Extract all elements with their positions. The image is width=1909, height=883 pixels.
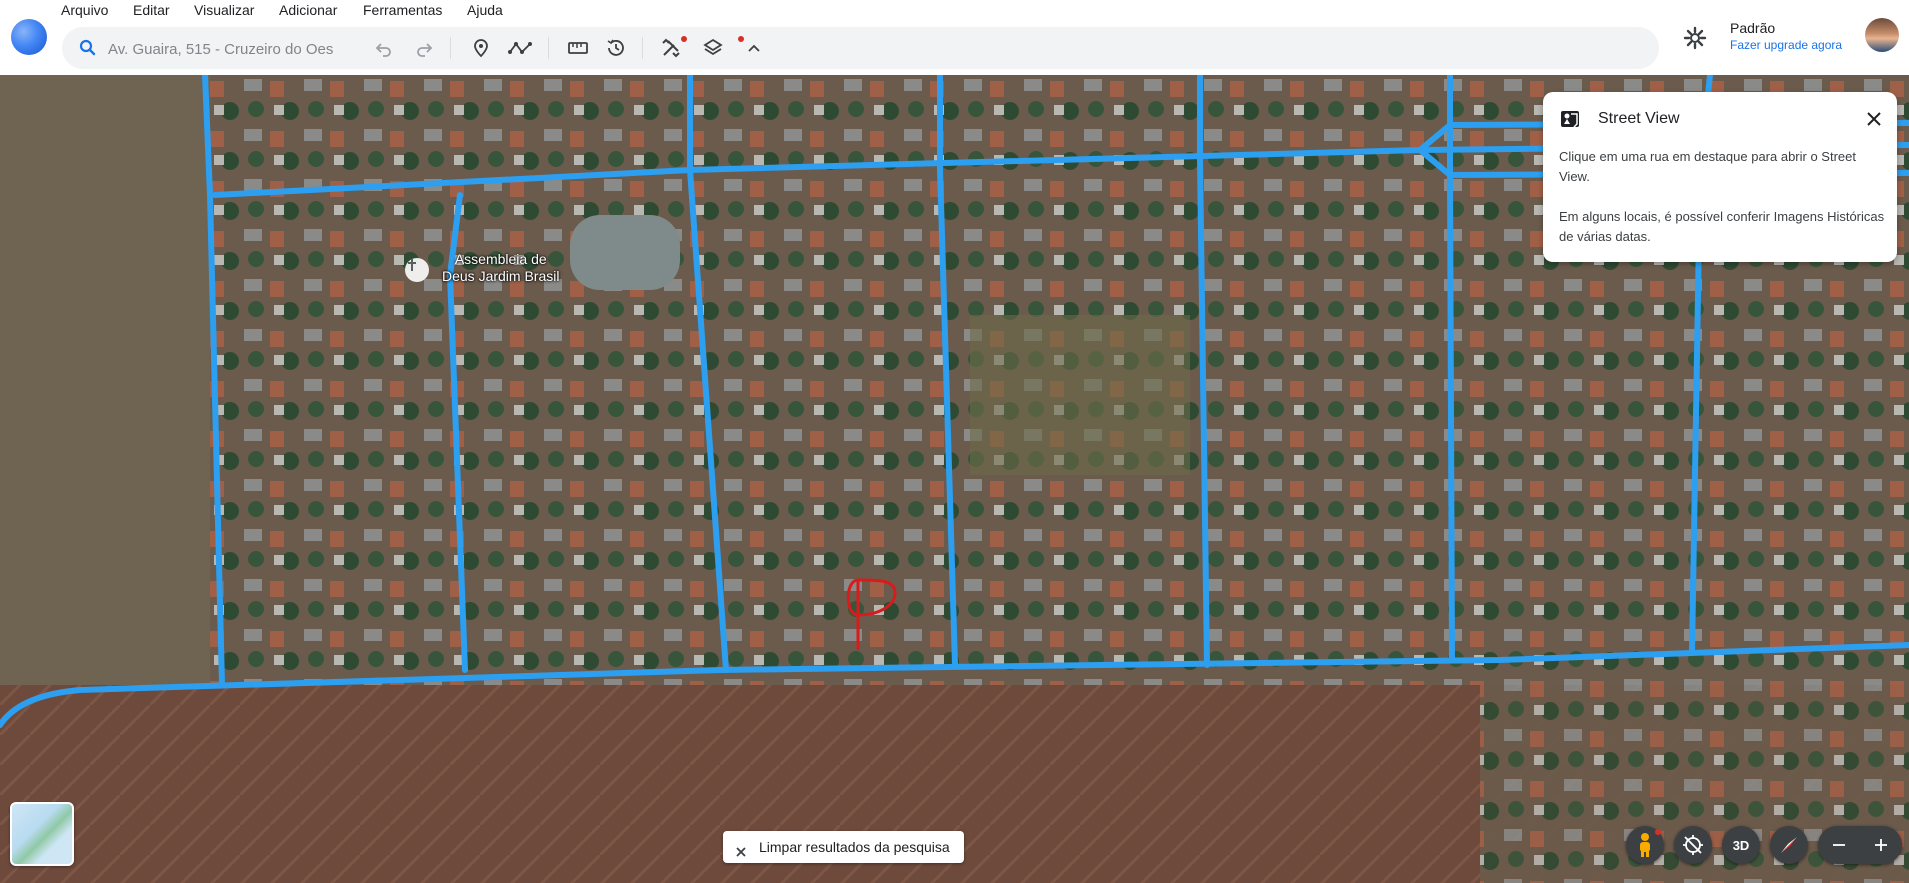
menu-adicionar[interactable]: Adicionar — [279, 2, 337, 18]
close-icon — [733, 839, 749, 857]
compass-button[interactable] — [1770, 826, 1808, 864]
3d-toggle-button[interactable]: 3D — [1722, 826, 1760, 864]
street-view-title: Street View — [1598, 110, 1680, 127]
minus-icon — [1833, 844, 1845, 846]
pegman-notification-dot — [1655, 829, 1661, 835]
zoom-out-button[interactable] — [1818, 826, 1860, 864]
upgrade-link[interactable]: Fazer upgrade agora — [1730, 38, 1842, 52]
pegman-icon — [1640, 833, 1650, 857]
toolbar-divider — [548, 37, 549, 59]
3d-label: 3D — [1732, 837, 1750, 853]
zoom-controls — [1818, 826, 1902, 864]
clear-search-results-button[interactable]: Limpar resultados da pesquisa — [723, 831, 964, 863]
placemark-icon[interactable] — [467, 34, 495, 62]
menu-ferramentas[interactable]: Ferramentas — [363, 2, 442, 18]
layers-icon[interactable] — [699, 34, 727, 62]
plus-icon — [1875, 839, 1887, 851]
reset-tilt-button[interactable] — [1674, 826, 1712, 864]
tools-notification-dot — [681, 36, 687, 42]
avatar[interactable] — [1865, 18, 1899, 52]
street-view-icon — [1559, 108, 1581, 130]
poi-label-line2: Deus Jardim Brasil — [442, 268, 560, 284]
toolbar-divider — [450, 37, 451, 59]
street-view-text-1: Clique em uma rua em destaque para abrir… — [1559, 149, 1856, 184]
collapse-icon[interactable] — [740, 34, 768, 62]
menu-visualizar[interactable]: Visualizar — [194, 2, 254, 18]
undo-icon[interactable] — [370, 34, 398, 62]
profile-name: Padrão — [1730, 20, 1776, 36]
zoom-in-button[interactable] — [1860, 826, 1902, 864]
clear-search-label: Limpar resultados da pesquisa — [759, 839, 950, 855]
menu-bar: Arquivo Editar Visualizar Adicionar Ferr… — [0, 0, 1909, 24]
minimap-thumbnail[interactable] — [10, 802, 74, 866]
settings-gear-icon[interactable] — [1681, 24, 1709, 52]
poi-label-line1: Assembleia de — [454, 251, 547, 267]
app-logo-icon — [11, 19, 47, 55]
toolbar — [62, 27, 1659, 69]
church-pin-icon[interactable] — [405, 258, 429, 282]
path-icon[interactable] — [506, 34, 534, 62]
tilt-off-icon — [1683, 835, 1703, 855]
historical-imagery-icon[interactable] — [602, 34, 630, 62]
compass-icon — [1781, 837, 1797, 853]
redo-icon[interactable] — [410, 34, 438, 62]
close-icon[interactable] — [1863, 108, 1885, 130]
search-icon[interactable] — [78, 38, 98, 58]
poi-label[interactable]: Assembleia de Deus Jardim Brasil — [442, 251, 559, 285]
menu-arquivo[interactable]: Arquivo — [61, 2, 108, 18]
ruler-icon[interactable] — [564, 34, 592, 62]
toolbar-divider — [642, 37, 643, 59]
menu-editar[interactable]: Editar — [133, 2, 170, 18]
menu-ajuda[interactable]: Ajuda — [467, 2, 503, 18]
street-view-card: Street View Clique em uma rua em destaqu… — [1543, 92, 1897, 262]
street-view-text-2: Em alguns locais, é possível conferir Im… — [1559, 209, 1885, 244]
